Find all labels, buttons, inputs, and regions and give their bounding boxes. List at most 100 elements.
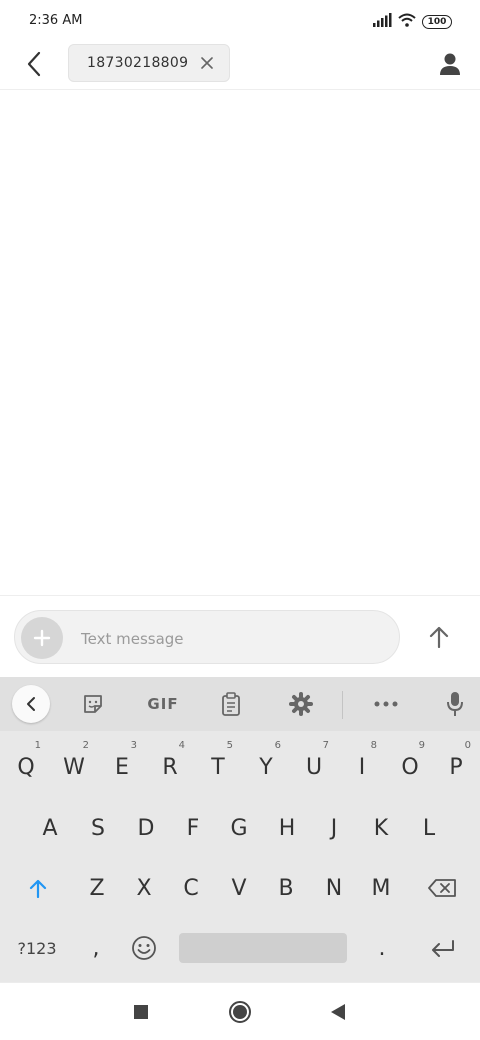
voice-input-button[interactable] (436, 685, 474, 723)
key-e[interactable]: 3E (98, 737, 146, 797)
key-label: O (401, 754, 419, 780)
microphone-icon (447, 692, 463, 716)
key-hint: 0 (464, 740, 471, 751)
key-g[interactable]: G (215, 798, 263, 858)
compose-bar: Text message (0, 595, 480, 677)
key-c[interactable]: C (167, 858, 215, 918)
gif-button[interactable]: GIF (140, 685, 186, 723)
key-k[interactable]: K (357, 798, 405, 858)
key-j[interactable]: J (310, 798, 358, 858)
recipient-chip[interactable]: 18730218809 (68, 44, 230, 82)
clipboard-button[interactable] (212, 685, 250, 723)
key-b[interactable]: B (262, 858, 310, 918)
status-icons: 100 (372, 12, 452, 31)
key-n[interactable]: N (310, 858, 358, 918)
status-time: 2:36 AM (29, 13, 83, 28)
recipient-number: 18730218809 (87, 55, 189, 71)
nav-back-button[interactable] (323, 997, 353, 1027)
send-button[interactable] (418, 618, 460, 656)
backspace-key[interactable] (414, 858, 470, 918)
message-list[interactable] (0, 91, 480, 595)
compose-field[interactable]: Text message (14, 610, 400, 664)
key-h[interactable]: H (263, 798, 311, 858)
gear-icon (289, 692, 313, 716)
plus-icon (33, 629, 51, 647)
message-input-placeholder[interactable]: Text message (81, 630, 184, 648)
key-label: T (211, 754, 225, 780)
key-v[interactable]: V (215, 858, 263, 918)
space-key[interactable] (179, 933, 347, 963)
enter-icon (432, 940, 454, 957)
key-m[interactable]: M (357, 858, 405, 918)
key-period[interactable]: . (358, 918, 406, 978)
key-label: W (63, 754, 85, 780)
sticker-button[interactable] (74, 685, 112, 723)
keyboard-toolbar: GIF (0, 677, 480, 731)
key-label: Q (17, 754, 35, 780)
keyboard: G I F 1 Q 2 W 3 E 4 R 5 T 6 Y 7 U 8 I 9 O … (0, 677, 480, 982)
key-hint: 1 (34, 740, 41, 751)
square-icon (134, 1005, 148, 1019)
toolbar-divider (342, 691, 343, 719)
key-o[interactable]: 9O (386, 737, 434, 797)
key-q[interactable]: 1Q (2, 737, 50, 797)
key-f[interactable]: F (169, 798, 217, 858)
person-icon (440, 53, 460, 75)
key-label: E (115, 754, 129, 780)
key-hint: 8 (370, 740, 377, 751)
key-p[interactable]: 0P (432, 737, 480, 797)
more-dots-icon (374, 701, 398, 707)
key-u[interactable]: 7U (290, 737, 338, 797)
shift-key[interactable] (10, 858, 66, 918)
conversation-header: 18730218809 (0, 44, 480, 90)
sticker-icon (84, 695, 102, 713)
back-button[interactable] (18, 48, 50, 80)
key-row-3: Z X C V B N M (0, 858, 480, 918)
add-attachment-button[interactable] (21, 617, 63, 659)
key-s[interactable]: S (74, 798, 122, 858)
clipboard-icon (222, 692, 240, 716)
back-arrow-icon (27, 51, 41, 77)
gif-label: GIF (147, 695, 179, 713)
home-button[interactable] (225, 997, 255, 1027)
triangle-back-icon (331, 1004, 345, 1020)
emoji-key[interactable] (120, 918, 168, 978)
shift-arrow-icon (29, 879, 47, 898)
navigation-bar (0, 982, 480, 1040)
key-hint: 5 (226, 740, 233, 751)
key-d[interactable]: D (122, 798, 170, 858)
key-label: P (449, 754, 463, 780)
chevron-left-icon (27, 697, 35, 711)
more-button[interactable] (366, 685, 406, 723)
key-a[interactable]: A (26, 798, 74, 858)
key-comma[interactable]: , (72, 918, 120, 978)
key-label: U (305, 754, 323, 780)
key-hint: 2 (82, 740, 89, 751)
recents-button[interactable] (126, 997, 156, 1027)
settings-button[interactable] (282, 685, 320, 723)
key-r[interactable]: 4R (146, 737, 194, 797)
close-icon[interactable] (199, 55, 215, 71)
enter-key[interactable] (416, 918, 470, 978)
collapse-toolbar-button[interactable] (12, 685, 50, 723)
key-hint: 6 (274, 740, 281, 751)
key-x[interactable]: X (120, 858, 168, 918)
key-label: R (162, 754, 178, 780)
symbols-key[interactable]: ?123 (6, 918, 68, 978)
up-arrow-icon (429, 626, 449, 648)
key-i[interactable]: 8I (338, 737, 386, 797)
contact-button[interactable] (434, 48, 466, 80)
wifi-icon (398, 12, 416, 31)
key-row-4: ?123 , . (0, 918, 480, 978)
key-label: Y (259, 754, 273, 780)
key-y[interactable]: 6Y (242, 737, 290, 797)
key-hint: 7 (322, 740, 329, 751)
key-z[interactable]: Z (73, 858, 121, 918)
key-w[interactable]: 2W (50, 737, 98, 797)
circle-icon (229, 1001, 251, 1023)
key-row-2: A S D F G H J K L (0, 798, 480, 858)
key-l[interactable]: L (405, 798, 453, 858)
status-bar: 2:36 AM 100 (0, 0, 480, 44)
key-t[interactable]: 5T (194, 737, 242, 797)
key-label: I (358, 754, 366, 780)
